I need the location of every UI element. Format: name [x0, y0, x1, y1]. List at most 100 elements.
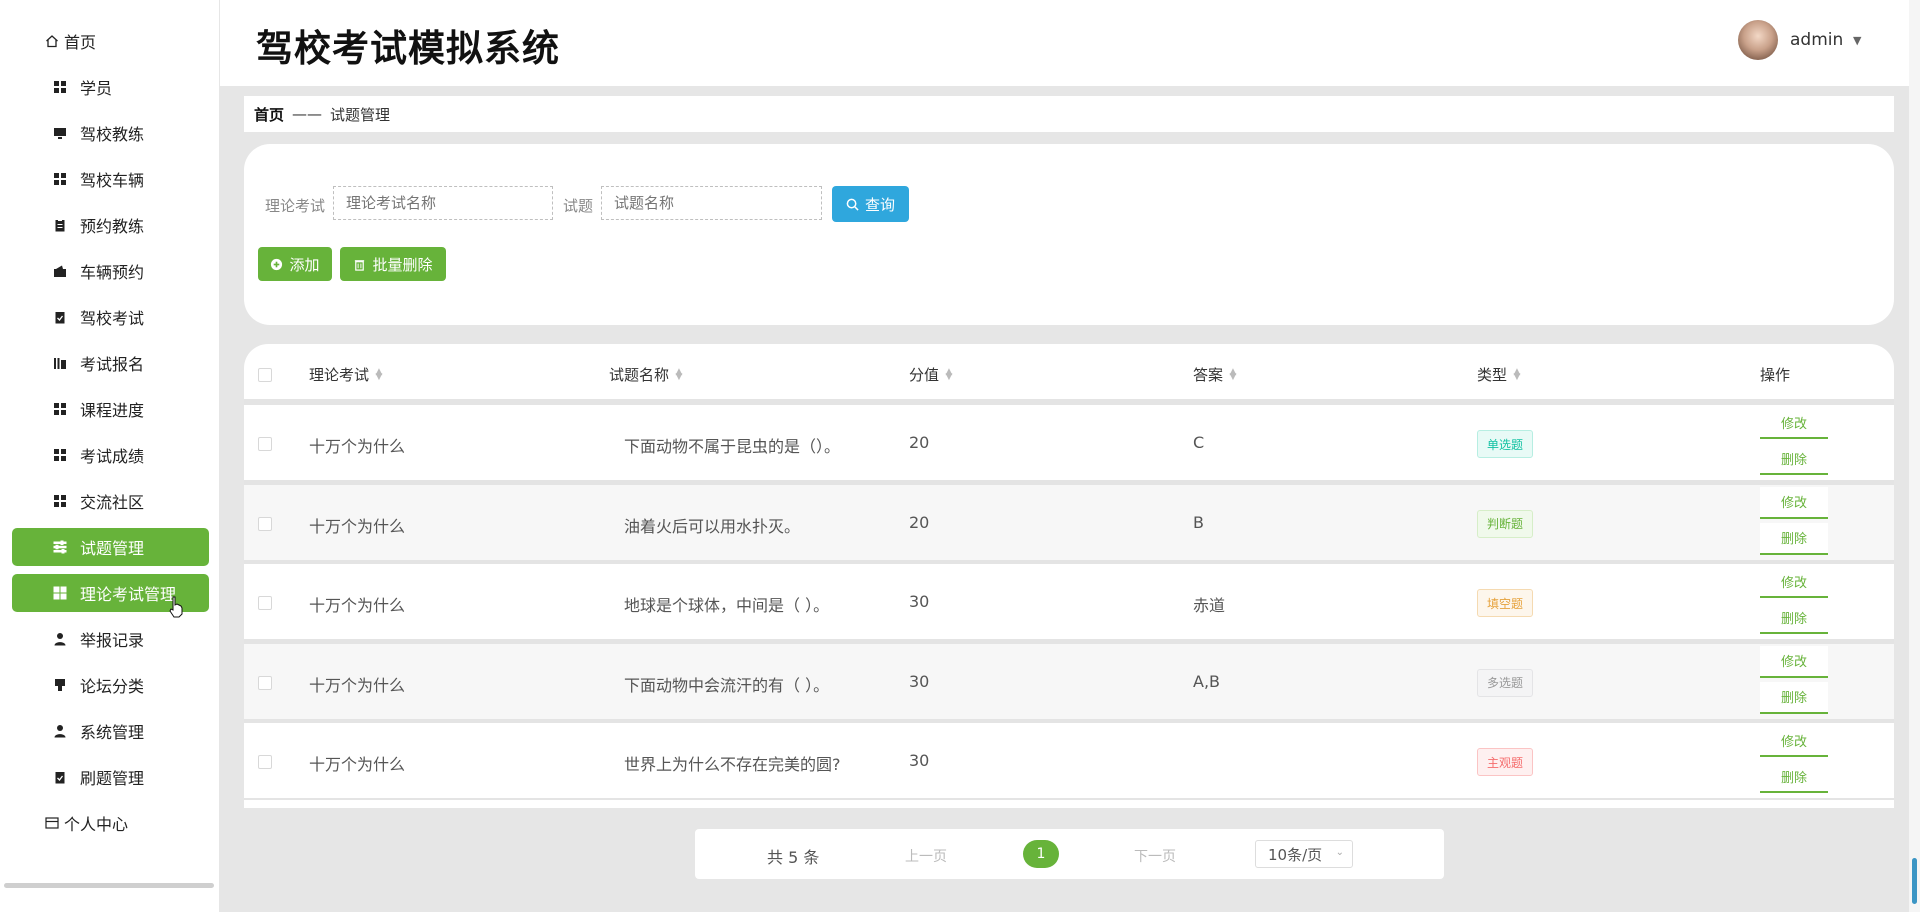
sidebar-item[interactable]: 驾校教练 — [12, 114, 209, 152]
column-header-label: 类型 — [1477, 366, 1508, 384]
cell-score: 30 — [909, 671, 930, 691]
sidebar-item-label: 驾校车辆 — [80, 171, 145, 190]
sidebar-item[interactable]: 刷题管理 — [12, 758, 209, 796]
query-button-label: 查询 — [864, 195, 895, 214]
edit-button[interactable]: 修改 — [1760, 486, 1828, 519]
table-row: 十万个为什么 下面动物中会流汗的有（ ）。 30 A,B 多选题 修改 删除 — [244, 643, 1894, 719]
caret-down-icon[interactable]: ▼ — [1853, 34, 1861, 47]
sidebar-item[interactable]: 学员 — [12, 68, 209, 106]
delete-button[interactable]: 删除 — [1760, 681, 1828, 714]
delete-button[interactable]: 删除 — [1760, 443, 1828, 475]
edit-button[interactable]: 修改 — [1760, 645, 1828, 678]
sidebar-item-label: 理论考试管理 — [80, 585, 177, 604]
column-header-label: 答案 — [1193, 366, 1224, 384]
edit-button[interactable]: 修改 — [1760, 407, 1828, 439]
column-header-label: 操作 — [1760, 366, 1791, 384]
sidebar-item[interactable]: 考试报名 — [12, 344, 209, 382]
page-scrollbar-thumb[interactable] — [1912, 858, 1917, 904]
edit-button[interactable]: 修改 — [1760, 566, 1828, 598]
type-badge: 单选题 — [1477, 430, 1534, 458]
sidebar-item[interactable]: 试题管理 — [12, 528, 209, 566]
query-button[interactable]: 查询 — [832, 186, 909, 222]
prev-page-button[interactable]: 上一页 — [905, 846, 947, 866]
cell-exam: 十万个为什么 — [309, 437, 406, 456]
sidebar-item[interactable]: 论坛分类 — [12, 666, 209, 704]
column-header-label: 理论考试 — [309, 366, 370, 384]
top-header: 驾校考试模拟系统 admin ▼ — [220, 0, 1920, 86]
trash-icon — [355, 259, 365, 271]
exam-search-input[interactable] — [333, 186, 553, 220]
sort-icon[interactable]: ▲ ▼ — [1229, 367, 1237, 381]
wallet-icon — [52, 263, 68, 279]
row-checkbox[interactable] — [258, 755, 272, 769]
bar-icon — [52, 355, 68, 371]
batch-delete-button[interactable]: 批量删除 — [340, 247, 446, 281]
clipboard-check-icon — [52, 309, 68, 325]
column-header-answer[interactable]: 答案 ▲ ▼ — [1193, 364, 1237, 385]
sidebar-item-label: 系统管理 — [80, 723, 145, 742]
column-header-exam[interactable]: 理论考试 ▲ ▼ — [309, 364, 383, 385]
sidebar-item-label: 学员 — [80, 79, 113, 98]
delete-button[interactable]: 删除 — [1760, 602, 1828, 634]
sidebar-item[interactable]: 课程进度 — [12, 390, 209, 428]
delete-button[interactable]: 删除 — [1760, 761, 1828, 793]
cell-answer: 赤道 — [1193, 596, 1226, 615]
row-checkbox[interactable] — [258, 596, 272, 610]
sidebar-item[interactable]: 驾校车辆 — [12, 160, 209, 198]
column-header-score[interactable]: 分值 ▲ ▼ — [909, 364, 953, 385]
clipboard-icon — [52, 217, 68, 233]
table-header: 理论考试 ▲ ▼ 试题名称 ▲ ▼ 分值 ▲ ▼ 答案 ▲ ▼ 类型 ▲ ▼ 操作 — [244, 344, 1894, 399]
sidebar-item-label: 首页 — [64, 33, 97, 52]
sidebar-item[interactable]: 个人中心 — [12, 804, 209, 842]
edit-button[interactable]: 修改 — [1760, 725, 1828, 757]
delete-button[interactable]: 删除 — [1760, 522, 1828, 555]
grid-icon — [52, 171, 68, 187]
page-number-button[interactable]: 1 — [1023, 840, 1059, 868]
sidebar-item[interactable]: 系统管理 — [12, 712, 209, 750]
chevron-down-icon: ⌄ — [1335, 847, 1344, 858]
sidebar-item[interactable]: 预约教练 — [12, 206, 209, 244]
row-checkbox[interactable] — [258, 437, 272, 451]
sort-icon[interactable]: ▲ ▼ — [675, 367, 683, 381]
sidebar-item[interactable]: 首页 — [12, 22, 209, 60]
add-button[interactable]: 添加 — [258, 247, 332, 281]
sort-icon[interactable]: ▲ ▼ — [375, 367, 383, 381]
cell-answer: B — [1193, 512, 1204, 532]
sidebar-item[interactable]: 交流社区 — [12, 482, 209, 520]
sidebar-scrollbar[interactable] — [4, 883, 214, 888]
cell-question-name: 地球是个球体，中间是（ ）。 — [624, 596, 830, 615]
type-badge: 判断题 — [1477, 509, 1534, 538]
plus-circle-icon — [271, 258, 283, 270]
row-checkbox[interactable] — [258, 516, 272, 531]
cell-exam: 十万个为什么 — [309, 596, 406, 615]
sidebar-item[interactable]: 举报记录 — [12, 620, 209, 658]
sidebar-item[interactable]: 车辆预约 — [12, 252, 209, 290]
person-icon — [52, 631, 68, 647]
table-bottom-edge — [244, 800, 1894, 808]
question-search-input[interactable] — [601, 186, 822, 220]
breadcrumb-home[interactable]: 首页 — [254, 104, 284, 125]
table-row: 十万个为什么 油着火后可以用水扑灭。 20 B 判断题 修改 删除 — [244, 484, 1894, 560]
next-page-button[interactable]: 下一页 — [1134, 846, 1176, 866]
cell-score: 30 — [909, 751, 930, 770]
sidebar-item[interactable]: 考试成绩 — [12, 436, 209, 474]
sort-icon[interactable]: ▲ ▼ — [945, 367, 953, 381]
sidebar-item[interactable]: 驾校考试 — [12, 298, 209, 336]
cell-question-name: 下面动物不属于昆虫的是（）。 — [624, 437, 841, 456]
column-header-type[interactable]: 类型 ▲ ▼ — [1477, 364, 1521, 385]
select-all-checkbox[interactable] — [258, 368, 272, 382]
stamp-icon — [52, 677, 68, 693]
question-label: 试题 — [563, 197, 594, 215]
cell-exam: 十万个为什么 — [309, 516, 406, 536]
table-row: 十万个为什么 世界上为什么不存在完美的圆? 30 主观题 修改 删除 — [244, 723, 1894, 798]
pagination-total: 共 5 条 — [767, 848, 820, 867]
page-size-select[interactable]: 10条/页 ⌄ — [1255, 840, 1353, 868]
column-header-name[interactable]: 试题名称 ▲ ▼ — [609, 364, 683, 385]
column-header-label: 分值 — [909, 366, 940, 384]
row-checkbox[interactable] — [258, 675, 272, 690]
avatar[interactable] — [1738, 20, 1778, 60]
sidebar-item-label: 课程进度 — [80, 401, 145, 420]
batch-delete-button-label: 批量删除 — [372, 255, 433, 274]
user-name[interactable]: admin — [1790, 30, 1843, 50]
sort-icon[interactable]: ▲ ▼ — [1513, 367, 1521, 381]
